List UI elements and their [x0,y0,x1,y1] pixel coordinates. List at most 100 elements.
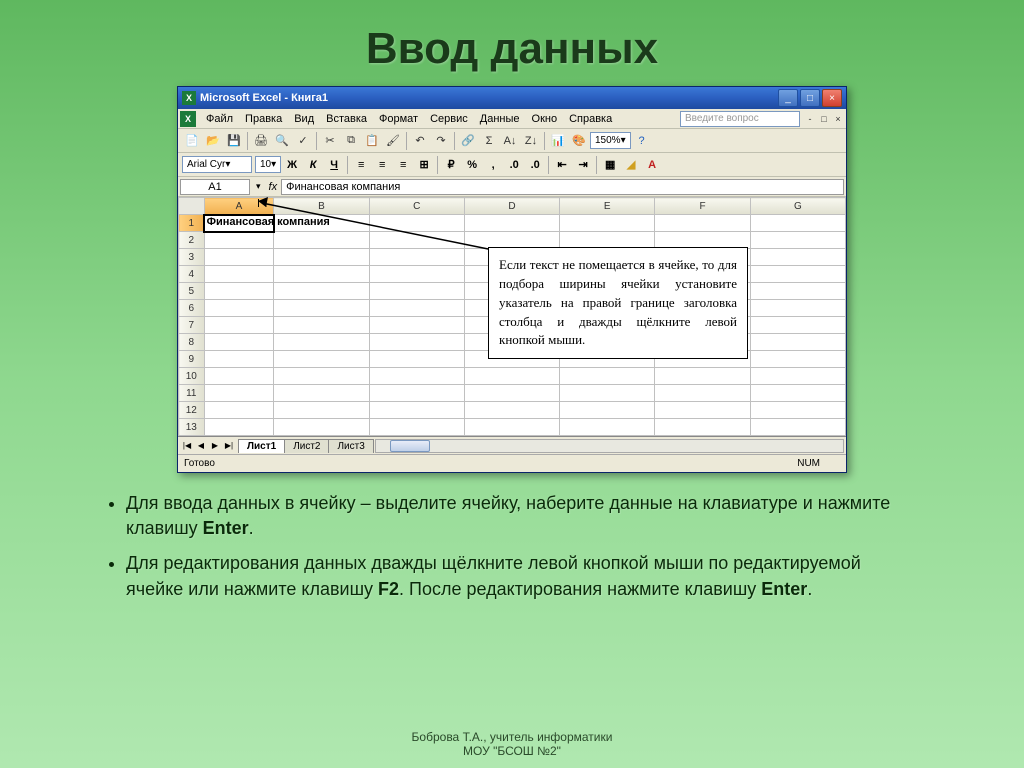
cell[interactable] [655,232,750,249]
align-center-icon[interactable]: ≡ [372,155,392,175]
menu-insert[interactable]: Вставка [320,111,373,127]
comma-icon[interactable]: , [483,155,503,175]
preview-icon[interactable]: 🔍 [272,131,292,151]
name-box[interactable]: A1 [180,179,250,195]
close-button[interactable]: × [822,89,842,107]
cell[interactable] [369,419,464,436]
cell[interactable] [560,368,655,385]
cell[interactable] [369,300,464,317]
row-header[interactable]: 4 [179,266,205,283]
cell[interactable] [655,385,750,402]
cell[interactable] [204,402,274,419]
row-header[interactable]: 7 [179,317,205,334]
cell[interactable] [204,419,274,436]
sheet-tab-1[interactable]: Лист1 [238,439,285,453]
cell[interactable] [204,385,274,402]
cell[interactable] [464,402,559,419]
dec-indent-icon[interactable]: ⇤ [552,155,572,175]
print-icon[interactable]: 🖨 [251,131,271,151]
cell[interactable] [204,368,274,385]
font-size-input[interactable]: 10 ▾ [255,156,281,173]
cell[interactable] [750,300,845,317]
percent-icon[interactable]: % [462,155,482,175]
cell[interactable] [369,368,464,385]
paste-icon[interactable]: 📋 [362,131,382,151]
cell[interactable] [750,317,845,334]
drawing-icon[interactable]: 🎨 [569,131,589,151]
row-header[interactable]: 3 [179,249,205,266]
cell[interactable] [204,249,274,266]
cell[interactable] [464,215,559,232]
zoom-input[interactable]: 150% ▾ [590,132,631,149]
cut-icon[interactable]: ✂ [320,131,340,151]
inc-indent-icon[interactable]: ⇥ [573,155,593,175]
column-header-c[interactable]: C [369,198,464,215]
underline-button[interactable]: Ч [324,155,344,175]
cell[interactable] [655,368,750,385]
save-icon[interactable]: 💾 [224,131,244,151]
column-header-f[interactable]: F [655,198,750,215]
menu-help[interactable]: Справка [563,111,618,127]
cell[interactable] [204,300,274,317]
fill-color-icon[interactable]: ◢ [621,155,641,175]
cell[interactable] [274,419,369,436]
cell[interactable] [655,419,750,436]
cell[interactable] [464,419,559,436]
bold-button[interactable]: Ж [282,155,302,175]
row-header[interactable]: 12 [179,402,205,419]
cell[interactable] [750,385,845,402]
cell[interactable] [274,317,369,334]
select-all-corner[interactable] [179,198,205,215]
inc-decimal-icon[interactable]: .0 [504,155,524,175]
cell[interactable] [274,351,369,368]
cell[interactable] [274,385,369,402]
cell[interactable] [750,283,845,300]
column-header-d[interactable]: D [464,198,559,215]
row-header[interactable]: 11 [179,385,205,402]
column-header-a[interactable]: A [204,198,274,215]
cell[interactable] [274,300,369,317]
redo-icon[interactable]: ↷ [431,131,451,151]
cell[interactable] [750,368,845,385]
cell[interactable] [750,249,845,266]
sheet-tab-3[interactable]: Лист3 [328,439,373,453]
cell[interactable] [369,266,464,283]
cell[interactable] [560,232,655,249]
cell[interactable] [369,351,464,368]
cell[interactable] [204,317,274,334]
cell[interactable] [750,419,845,436]
column-header-g[interactable]: G [750,198,845,215]
cell[interactable] [274,402,369,419]
row-header[interactable]: 2 [179,232,205,249]
hyperlink-icon[interactable]: 🔗 [458,131,478,151]
format-painter-icon[interactable]: 🖌 [383,131,403,151]
formula-dropdown-icon[interactable]: ▾ [252,181,265,192]
cell[interactable] [655,215,750,232]
menu-view[interactable]: Вид [288,111,320,127]
tab-last-icon[interactable]: ▶| [222,439,236,453]
menu-data[interactable]: Данные [474,111,526,127]
cell[interactable] [369,249,464,266]
cell[interactable] [204,266,274,283]
cell[interactable] [369,215,464,232]
cell-a1[interactable]: Финансовая компания [204,215,274,232]
cell[interactable] [560,419,655,436]
cell[interactable] [750,266,845,283]
cell[interactable] [750,334,845,351]
cell[interactable] [560,385,655,402]
align-left-icon[interactable]: ≡ [351,155,371,175]
menu-format[interactable]: Формат [373,111,424,127]
sort-asc-icon[interactable]: A↓ [500,131,520,151]
cell[interactable] [274,249,369,266]
help-search-input[interactable]: Введите вопрос [680,111,800,127]
tab-next-icon[interactable]: ▶ [208,439,222,453]
cell[interactable] [369,317,464,334]
autosum-icon[interactable]: Σ [479,131,499,151]
dec-decimal-icon[interactable]: .0 [525,155,545,175]
cell[interactable] [274,368,369,385]
cell[interactable] [750,402,845,419]
cell[interactable] [204,232,274,249]
horizontal-scrollbar[interactable] [375,439,844,453]
align-right-icon[interactable]: ≡ [393,155,413,175]
cell[interactable] [274,334,369,351]
